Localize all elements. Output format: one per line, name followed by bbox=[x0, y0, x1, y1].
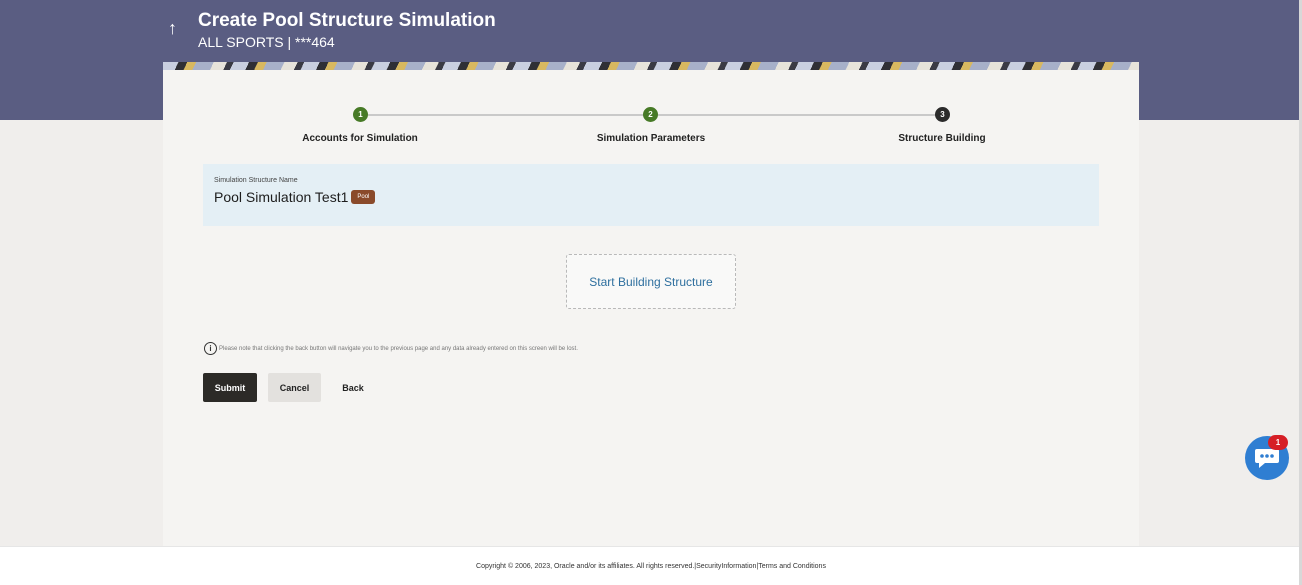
simulation-name-label: Simulation Structure Name bbox=[214, 177, 298, 184]
footer-text: Copyright © 2006, 2023, Oracle and/or it… bbox=[476, 562, 826, 570]
main-card: 1 2 3 Accounts for Simulation Simulation… bbox=[163, 70, 1139, 546]
step-2-dot: 2 bbox=[643, 107, 658, 122]
chat-bubble-icon bbox=[1255, 449, 1279, 468]
info-note-text: Please note that clicking the back butto… bbox=[219, 345, 578, 352]
back-button[interactable]: Back bbox=[330, 373, 376, 402]
stepper-line-1 bbox=[368, 114, 650, 116]
step-1-label: Accounts for Simulation bbox=[302, 133, 418, 144]
stepper-line-2 bbox=[658, 114, 943, 116]
step-2-label: Simulation Parameters bbox=[596, 133, 706, 144]
start-building-structure-button[interactable]: Start Building Structure bbox=[566, 254, 736, 309]
step-3-label: Structure Building bbox=[898, 133, 986, 144]
submit-button[interactable]: Submit bbox=[203, 373, 257, 402]
pool-badge: Pool bbox=[351, 190, 376, 204]
simulation-name: Pool Simulation Test1 Pool bbox=[214, 189, 376, 205]
chat-notification-badge: 1 bbox=[1268, 435, 1288, 450]
decorative-banner-strip bbox=[163, 62, 1139, 70]
page-title: Create Pool Structure Simulation bbox=[198, 10, 496, 31]
simulation-name-panel: Simulation Structure Name Pool Simulatio… bbox=[203, 164, 1099, 226]
step-3-dot: 3 bbox=[935, 107, 950, 122]
info-icon: i bbox=[204, 342, 217, 355]
simulation-name-value: Pool Simulation Test1 bbox=[214, 189, 349, 205]
back-arrow-icon[interactable]: ↑ bbox=[168, 18, 177, 38]
page: ↑ Create Pool Structure Simulation ALL S… bbox=[0, 0, 1302, 585]
cancel-button[interactable]: Cancel bbox=[268, 373, 321, 402]
footer: Copyright © 2006, 2023, Oracle and/or it… bbox=[0, 546, 1302, 585]
step-1-dot: 1 bbox=[353, 107, 368, 122]
page-subtitle: ALL SPORTS | ***464 bbox=[198, 34, 335, 50]
info-note: i Please note that clicking the back but… bbox=[204, 342, 578, 355]
